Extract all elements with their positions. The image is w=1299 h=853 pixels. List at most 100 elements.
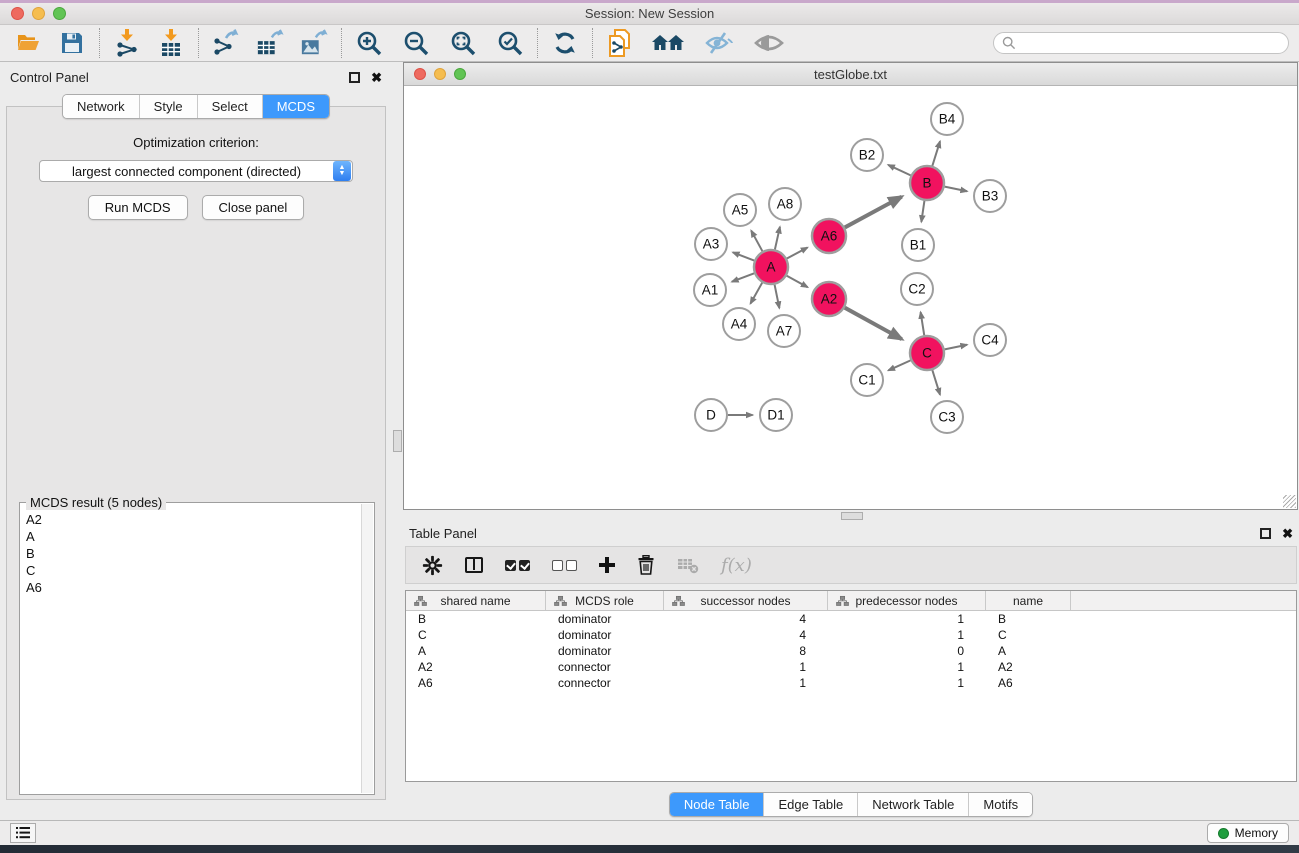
add-column-icon[interactable]	[599, 557, 615, 573]
table-cell[interactable]: 0	[828, 644, 986, 658]
close-panel-button[interactable]: Close panel	[202, 195, 305, 220]
edge-C-C3[interactable]	[932, 370, 940, 394]
tab-motifs[interactable]: Motifs	[969, 793, 1032, 816]
table-cell[interactable]: 1	[828, 676, 986, 690]
divider-grip[interactable]	[393, 430, 402, 452]
run-mcds-button[interactable]: Run MCDS	[88, 195, 188, 220]
table-cell[interactable]: C	[986, 628, 1071, 642]
node-D1[interactable]: D1	[760, 399, 792, 431]
float-panel-icon[interactable]	[349, 72, 360, 83]
tab-node-table[interactable]: Node Table	[670, 793, 765, 816]
node-B2[interactable]: B2	[851, 139, 883, 171]
table-row[interactable]: A2connector11A2	[406, 659, 1296, 675]
node-C[interactable]: C	[910, 336, 944, 370]
result-list-item[interactable]: C	[24, 562, 360, 579]
node-A1[interactable]: A1	[694, 274, 726, 306]
node-C2[interactable]: C2	[901, 273, 933, 305]
node-A6[interactable]: A6	[812, 219, 846, 253]
column-header-shared-name[interactable]: shared name	[406, 591, 546, 610]
tab-network-table[interactable]: Network Table	[858, 793, 969, 816]
select-all-columns-icon[interactable]	[505, 560, 530, 571]
table-row[interactable]: A6connector11A6	[406, 675, 1296, 691]
table-cell[interactable]: B	[406, 612, 546, 626]
search-input[interactable]	[1021, 36, 1280, 50]
table-cell[interactable]: C	[406, 628, 546, 642]
tab-select[interactable]: Select	[198, 95, 263, 118]
table-cell[interactable]: A6	[406, 676, 546, 690]
deselect-all-columns-icon[interactable]	[552, 560, 577, 571]
table-settings-gear-icon[interactable]	[422, 555, 443, 576]
edge-A-A6[interactable]	[787, 248, 808, 259]
table-cell[interactable]: A2	[986, 660, 1071, 674]
zoom-out-icon[interactable]	[402, 29, 430, 57]
result-list-item[interactable]: A6	[24, 579, 360, 596]
edge-A-A3[interactable]	[733, 252, 754, 260]
show-all-networks-icon[interactable]	[650, 29, 686, 57]
import-network-icon[interactable]	[113, 29, 141, 57]
node-D[interactable]: D	[695, 399, 727, 431]
table-cell[interactable]: 1	[664, 676, 828, 690]
table-cell[interactable]: A	[406, 644, 546, 658]
table-cell[interactable]: 1	[664, 660, 828, 674]
edge-A-A2[interactable]	[787, 276, 808, 288]
export-image-icon[interactable]	[300, 29, 328, 57]
node-B[interactable]: B	[910, 166, 944, 200]
save-session-icon[interactable]	[58, 29, 86, 57]
table-cell[interactable]: connector	[546, 660, 664, 674]
edge-A6-B[interactable]	[845, 197, 902, 228]
window-resize-grip[interactable]	[1283, 495, 1296, 508]
delete-column-icon[interactable]	[637, 555, 655, 575]
show-graphics-details-icon[interactable]	[752, 29, 786, 57]
edge-C-C2[interactable]	[921, 312, 925, 335]
zoom-fit-icon[interactable]	[449, 29, 477, 57]
close-table-panel-icon[interactable]: ✖	[1282, 527, 1293, 540]
export-network-icon[interactable]	[212, 29, 240, 57]
close-panel-icon[interactable]: ✖	[371, 71, 382, 84]
network-canvas[interactable]: B4B2BB3A8A5A6B1A3AA1C2A2A4A7C4CC1C3DD1	[404, 86, 1297, 509]
table-row[interactable]: Adominator80A	[406, 643, 1296, 659]
refresh-icon[interactable]	[551, 29, 579, 57]
edge-C-C1[interactable]	[888, 360, 910, 370]
node-B1[interactable]: B1	[902, 229, 934, 261]
node-A2[interactable]: A2	[812, 282, 846, 316]
show-columns-icon[interactable]	[465, 557, 483, 573]
table-row[interactable]: Cdominator41C	[406, 627, 1296, 643]
result-list-item[interactable]: A2	[24, 511, 360, 528]
horizontal-split-divider[interactable]	[403, 510, 1299, 522]
tab-mcds[interactable]: MCDS	[263, 95, 329, 118]
node-A[interactable]: A	[754, 250, 788, 284]
edge-A-A4[interactable]	[750, 283, 762, 304]
hide-edges-icon[interactable]	[702, 29, 736, 57]
tab-network[interactable]: Network	[63, 95, 140, 118]
float-table-panel-icon[interactable]	[1260, 528, 1271, 539]
column-header-predecessor-nodes[interactable]: predecessor nodes	[828, 591, 986, 610]
tab-edge-table[interactable]: Edge Table	[764, 793, 858, 816]
edge-A-A7[interactable]	[775, 285, 780, 308]
column-header-name[interactable]: name	[986, 591, 1071, 610]
table-row[interactable]: Bdominator41B	[406, 611, 1296, 627]
table-cell[interactable]: 1	[828, 660, 986, 674]
node-A4[interactable]: A4	[723, 308, 755, 340]
node-table[interactable]: shared nameMCDS rolesuccessor nodesprede…	[405, 590, 1297, 782]
table-cell[interactable]: 1	[828, 612, 986, 626]
table-cell[interactable]: dominator	[546, 628, 664, 642]
node-C1[interactable]: C1	[851, 364, 883, 396]
node-B3[interactable]: B3	[974, 180, 1006, 212]
result-list-item[interactable]: B	[24, 545, 360, 562]
node-C4[interactable]: C4	[974, 324, 1006, 356]
memory-button[interactable]: Memory	[1207, 823, 1289, 843]
edge-B-B3[interactable]	[945, 187, 967, 192]
table-cell[interactable]: 1	[828, 628, 986, 642]
open-file-icon[interactable]	[14, 29, 42, 57]
divider-grip[interactable]	[841, 512, 863, 520]
export-table-icon[interactable]	[256, 29, 284, 57]
node-A8[interactable]: A8	[769, 188, 801, 220]
table-cell[interactable]: A6	[986, 676, 1071, 690]
column-header-successor-nodes[interactable]: successor nodes	[664, 591, 828, 610]
table-cell[interactable]: connector	[546, 676, 664, 690]
table-cell[interactable]: B	[986, 612, 1071, 626]
vertical-split-divider[interactable]	[392, 62, 403, 820]
node-A3[interactable]: A3	[695, 228, 727, 260]
edge-B-B4[interactable]	[932, 141, 940, 165]
copy-network-icon[interactable]	[606, 29, 634, 57]
